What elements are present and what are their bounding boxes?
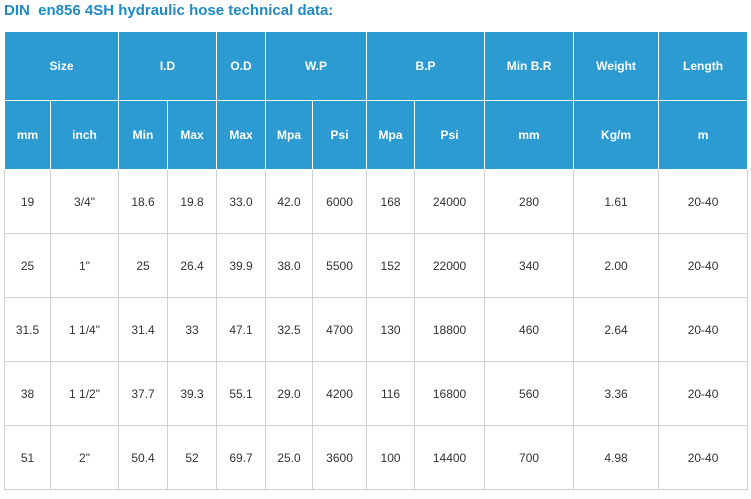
table-cell: 29.0 <box>265 361 314 426</box>
table-cell: 20-40 <box>658 425 749 490</box>
table-cell: 2.00 <box>573 233 660 298</box>
table-cell: 19.8 <box>167 169 218 234</box>
header-wp: W.P <box>265 31 368 101</box>
table-cell: 4700 <box>312 297 368 362</box>
table-cell: 20-40 <box>658 233 749 298</box>
table-cell: 31.5 <box>4 297 51 362</box>
table-cell: 1.61 <box>573 169 660 234</box>
header-group-row: Size I.D O.D W.P B.P Min B.R Weight Leng… <box>3 31 749 101</box>
table-cell: 51 <box>4 425 51 490</box>
hose-spec-table: Size I.D O.D W.P B.P Min B.R Weight Leng… <box>3 31 749 490</box>
subheader-cell: Psi <box>414 100 486 170</box>
table-cell: 37.7 <box>118 361 169 426</box>
table-cell: 3.36 <box>573 361 660 426</box>
header-size: Size <box>3 31 120 101</box>
table-cell: 31.4 <box>118 297 169 362</box>
table-row: 38 1 1/2" 37.7 39.3 55.1 29.0 4200 116 16800 560 3… <box>4 361 749 426</box>
table-cell: 4.98 <box>573 425 660 490</box>
table-cell: 560 <box>484 361 575 426</box>
table-cell: 18800 <box>414 297 486 362</box>
header-unit-row: mm inch Min Max Max Mpa Psi Mpa Psi mm K… <box>4 100 749 170</box>
subheader-cell: Max <box>216 100 267 170</box>
header-min-br: Min B.R <box>484 31 575 101</box>
table-cell: 47.1 <box>216 297 267 362</box>
table-cell: 33 <box>167 297 218 362</box>
table-cell: 38.0 <box>265 233 314 298</box>
table-cell: 25 <box>118 233 169 298</box>
table-cell: 100 <box>366 425 416 490</box>
table-cell: 42.0 <box>265 169 314 234</box>
table-cell: 20-40 <box>658 169 749 234</box>
table-cell: 1 1/2" <box>49 361 120 426</box>
table-cell: 39.3 <box>167 361 218 426</box>
table-row: 31.5 1 1/4" 31.4 33 47.1 32.5 4700 130 18800 460 2… <box>4 297 749 362</box>
page-title: DIN en856 4SH hydraulic hose technical d… <box>4 2 334 19</box>
table-cell: 130 <box>366 297 416 362</box>
table-cell: 1" <box>49 233 120 298</box>
subheader-cell: mm <box>4 100 51 170</box>
table-cell: 460 <box>484 297 575 362</box>
header-bp: B.P <box>366 31 486 101</box>
table-cell: 6000 <box>312 169 368 234</box>
table-cell: 116 <box>366 361 416 426</box>
subheader-cell: Kg/m <box>573 100 660 170</box>
subheader-cell: inch <box>49 100 120 170</box>
subheader-cell: m <box>658 100 749 170</box>
header-od: O.D <box>216 31 267 101</box>
table-cell: 168 <box>366 169 416 234</box>
subheader-cell: Mpa <box>265 100 314 170</box>
table-cell: 22000 <box>414 233 486 298</box>
table-cell: 340 <box>484 233 575 298</box>
table-cell: 5500 <box>312 233 368 298</box>
table-cell: 152 <box>366 233 416 298</box>
table-cell: 19 <box>4 169 51 234</box>
table-cell: 52 <box>167 425 218 490</box>
table-cell: 1 1/4" <box>49 297 120 362</box>
subheader-cell: Max <box>167 100 218 170</box>
header-id: I.D <box>118 31 218 101</box>
header-weight: Weight <box>573 31 660 101</box>
header-length: Length <box>658 31 749 101</box>
table-cell: 69.7 <box>216 425 267 490</box>
table-cell: 25.0 <box>265 425 314 490</box>
table-cell: 25 <box>4 233 51 298</box>
table-row: 25 1" 25 26.4 39.9 38.0 5500 152 22000 340 2.00 20-… <box>4 233 749 298</box>
table-row: 19 3/4" 18.6 19.8 33.0 42.0 6000 168 24000 280 1.6… <box>4 169 749 234</box>
table-cell: 2.64 <box>573 297 660 362</box>
table-row: 51 2" 50.4 52 69.7 25.0 3600 100 14400 700 4.98 20-… <box>4 425 749 490</box>
table-cell: 3600 <box>312 425 368 490</box>
table-cell: 20-40 <box>658 297 749 362</box>
subheader-cell: Min <box>118 100 169 170</box>
table-cell: 2" <box>49 425 120 490</box>
table-cell: 280 <box>484 169 575 234</box>
table-cell: 26.4 <box>167 233 218 298</box>
table-cell: 39.9 <box>216 233 267 298</box>
table-cell: 33.0 <box>216 169 267 234</box>
subheader-cell: mm <box>484 100 575 170</box>
table-cell: 32.5 <box>265 297 314 362</box>
table-cell: 55.1 <box>216 361 267 426</box>
table-cell: 3/4" <box>49 169 120 234</box>
table-cell: 18.6 <box>118 169 169 234</box>
table-cell: 24000 <box>414 169 486 234</box>
table-cell: 700 <box>484 425 575 490</box>
table-cell: 4200 <box>312 361 368 426</box>
table-cell: 14400 <box>414 425 486 490</box>
table-cell: 38 <box>4 361 51 426</box>
table-cell: 16800 <box>414 361 486 426</box>
table-cell: 20-40 <box>658 361 749 426</box>
subheader-cell: Mpa <box>366 100 416 170</box>
subheader-cell: Psi <box>312 100 368 170</box>
table-cell: 50.4 <box>118 425 169 490</box>
table-body: 19 3/4" 18.6 19.8 33.0 42.0 6000 168 24000 280 1.6… <box>4 169 749 490</box>
